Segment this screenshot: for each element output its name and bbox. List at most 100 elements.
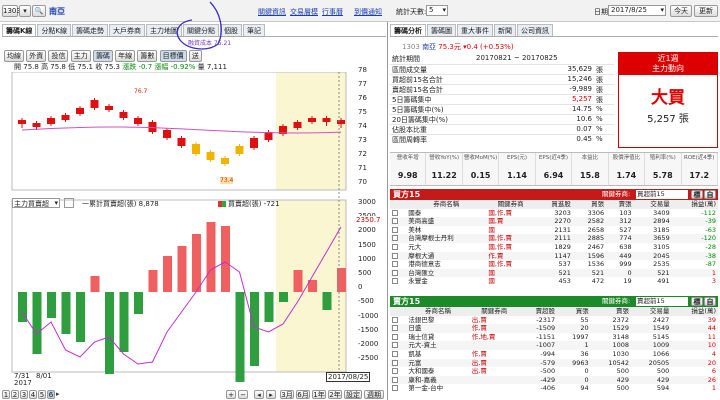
low-label: 低 (68, 63, 76, 71)
sub-tab-trust[interactable]: 投信 (48, 50, 69, 62)
sub-tab-chip[interactable]: 籌碼 (92, 50, 113, 62)
date-picker[interactable]: 2017/8/25 ▾ (608, 5, 666, 16)
buy-mark-button[interactable]: 標 (691, 190, 703, 199)
table-row[interactable]: 永豐金 國 453 472 19 491 3 (390, 277, 718, 286)
chip-bar (221, 226, 230, 292)
settings-button[interactable]: 設定 (344, 390, 362, 399)
sell-cell: 6 (711, 367, 716, 376)
row-checkbox[interactable] (392, 368, 398, 375)
table-row[interactable]: 元大 國,作,賈 1829 2467 638 3105 -28 (390, 243, 718, 252)
chip-bar (206, 222, 216, 292)
link-key-info[interactable]: 關鍵資訊 (258, 7, 286, 17)
sell-col-head: 賣超股 (535, 307, 556, 315)
page-5[interactable]: 5 (38, 390, 46, 399)
sell-mark-button[interactable]: 標 (691, 297, 703, 306)
table-row[interactable]: 法銀巴黎 出,賈 -2317 55 2372 2427 39 (390, 316, 718, 325)
sell-cell: 出,賈 (471, 315, 487, 324)
zoom-out-icon[interactable]: − (238, 390, 248, 399)
stat-days-select[interactable]: 5 ▾ (426, 5, 448, 16)
zoom-in-icon[interactable]: + (226, 390, 236, 399)
search-button[interactable]: 🔍 (32, 5, 46, 17)
sell-custom-button[interactable]: 自 (704, 297, 716, 306)
tab-branch-k[interactable]: 分點K線 (37, 24, 72, 36)
table-row[interactable]: 元富 出,賈 -579 9963 10542 20505 20 (390, 358, 718, 368)
chart-area[interactable] (0, 72, 388, 382)
row-checkbox[interactable] (392, 278, 398, 285)
table-row[interactable]: 日盛 作,賈 -1509 20 1529 1549 44 (390, 324, 718, 333)
row-checkbox[interactable] (392, 342, 398, 349)
tab-chip-chart[interactable]: 籌碼圖 (427, 24, 456, 36)
link-trade[interactable]: 交易層模 (290, 7, 318, 17)
row-checkbox[interactable] (392, 252, 398, 259)
row-checkbox[interactable] (392, 235, 398, 242)
page-3[interactable]: 3 (20, 390, 28, 399)
tab-big-broker[interactable]: 大戶券商 (109, 24, 146, 36)
scroll-left-icon[interactable]: ◂ (254, 390, 264, 399)
link-price-alert[interactable]: 到價通知 (354, 7, 382, 17)
table-row[interactable]: 元大-資土 -1007 1 1008 1009 10 (390, 341, 718, 350)
sub-tab-main[interactable]: 主力 (70, 50, 91, 62)
sell-cell: 20 (707, 358, 716, 367)
range-3m[interactable]: 3月 (280, 390, 294, 399)
indicator-select[interactable]: 主力買賣超 ▾ (12, 198, 60, 208)
update-button[interactable]: 更新 (694, 5, 718, 17)
tab-company-info[interactable]: 公司資訊 (517, 24, 553, 36)
dropdown-button[interactable]: ▾ (19, 5, 31, 17)
table-row[interactable]: 台灣匯立 國 521 521 0 521 1 (390, 268, 718, 278)
table-row[interactable]: 凱基 作,賈 -994 36 1030 1066 4 (390, 350, 718, 359)
buy-custom-button[interactable]: 自 (704, 190, 716, 199)
row-checkbox[interactable] (392, 385, 398, 392)
today-button[interactable]: 今天 (670, 5, 692, 17)
tab-major-events[interactable]: 重大事件 (457, 24, 493, 36)
row-checkbox[interactable] (392, 226, 398, 233)
row-checkbox[interactable] (392, 209, 398, 216)
tab-news[interactable]: 新聞 (494, 24, 516, 36)
year-label: 2017 (14, 379, 32, 387)
link-calendar[interactable]: 行事曆 (322, 7, 343, 17)
sub-tab-chip-count[interactable]: 籌數 (137, 50, 158, 62)
candle-body (76, 108, 84, 114)
table-row[interactable]: 第一金-台中 -406 94 500 594 1 (390, 384, 718, 393)
row-checkbox[interactable] (392, 359, 398, 366)
indicator-config-button[interactable] (64, 198, 74, 208)
tab-notes[interactable]: 筆記 (243, 24, 266, 36)
row-checkbox[interactable] (392, 325, 398, 332)
sub-tab-ma[interactable]: 均線 (4, 50, 24, 62)
period-button[interactable]: 週期 (364, 390, 384, 399)
table-row[interactable]: 康和-嘉義 -429 0 429 429 26 (390, 375, 718, 385)
row-checkbox[interactable] (392, 261, 398, 268)
page-2[interactable]: 2 (11, 390, 19, 399)
table-row[interactable]: 台灣摩根士丹利 國,作,賈 2111 2885 774 3659 -120 (390, 234, 718, 243)
buy-select[interactable]: 買超前15 (636, 190, 688, 199)
sell-select[interactable]: 賣超前15 (636, 297, 688, 306)
row-checkbox[interactable] (392, 350, 398, 357)
table-row[interactable]: 大和國泰 出,賈 -500 0 500 500 6 (390, 367, 718, 376)
range-6m[interactable]: 6月 (296, 390, 310, 399)
tab-chip-analysis[interactable]: 籌碼分析 (390, 24, 426, 36)
row-checkbox[interactable] (392, 218, 398, 225)
page-1[interactable]: 1 (2, 390, 10, 399)
table-row[interactable]: 瑞士信貸 作,地,賈 -1151 1997 3148 5145 11 (390, 333, 718, 342)
page-4[interactable]: 4 (29, 390, 37, 399)
row-checkbox[interactable] (392, 376, 398, 383)
tab-chip-trend[interactable]: 籌碼走勢 (72, 24, 109, 36)
scroll-right-icon[interactable]: ▸ (266, 390, 276, 399)
page-6[interactable]: 6 (47, 390, 55, 399)
next-arrow-icon[interactable]: ▸ (56, 390, 64, 398)
table-row[interactable]: 美林 國 2131 2658 527 3185 -63 (390, 226, 718, 235)
row-checkbox[interactable] (392, 243, 398, 250)
table-row[interactable]: 摩根大通 作,賈 1147 1596 449 2045 -38 (390, 251, 718, 261)
row-checkbox[interactable] (392, 333, 398, 340)
range-1y[interactable]: 1年 (312, 390, 326, 399)
range-2y[interactable]: 2年 (328, 390, 342, 399)
tab-chip-k[interactable]: 籌碼K線 (2, 24, 37, 36)
table-row[interactable]: 國泰 國,作,賈 3203 3306 103 3409 -112 (390, 209, 718, 218)
sub-tab-year-line[interactable]: 年線 (115, 50, 136, 62)
row-checkbox[interactable] (392, 316, 398, 323)
stock-code-box[interactable]: 1303 (2, 5, 21, 17)
table-row[interactable]: 港商德意志 國,作,賈 537 1536 999 2535 -87 (390, 260, 718, 269)
sub-tab-foreign[interactable]: 外資 (26, 50, 47, 62)
table-row[interactable]: 美商高盛 國,賈 2270 2582 312 2894 -39 (390, 217, 718, 226)
row-checkbox[interactable] (392, 269, 398, 276)
buy-cell: 3203 (554, 208, 571, 217)
